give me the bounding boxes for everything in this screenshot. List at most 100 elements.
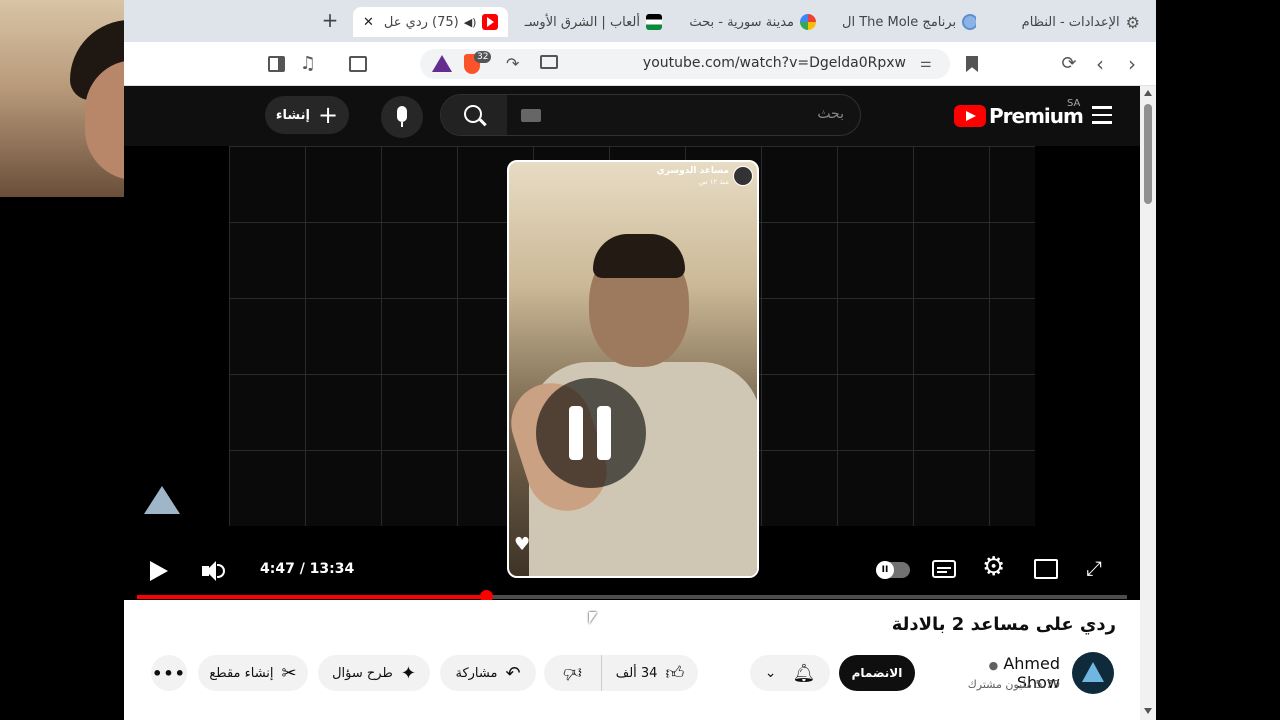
search-input[interactable]: بحث: [817, 106, 844, 122]
scroll-up-icon[interactable]: [1144, 90, 1152, 96]
sparkle-icon: ✦: [400, 662, 416, 684]
more-actions-button[interactable]: •••: [151, 655, 187, 691]
progress-played: [137, 595, 486, 599]
google-icon: [800, 14, 816, 30]
play-button[interactable]: [150, 561, 168, 581]
embedded-story-video: مساعد الدوسري منذ ١٢ س: [507, 160, 759, 578]
subtitles-icon[interactable]: [932, 560, 956, 578]
share-arrow-icon: ↶: [505, 662, 521, 684]
tab-title: الإعدادات - النظام: [1021, 14, 1120, 30]
create-button[interactable]: إنشاء +: [265, 96, 349, 134]
plus-icon: +: [317, 101, 339, 129]
story-avatar: [733, 166, 753, 186]
youtube-logo-icon: [954, 105, 986, 127]
tab-title: (75) ردي عل: [383, 14, 459, 30]
address-bar[interactable]: ⚌ youtube.com/watch?v=Dgelda0Rpxw 32 ↷: [420, 49, 950, 79]
scroll-down-icon[interactable]: [1144, 708, 1152, 714]
audio-playing-icon[interactable]: ◀): [464, 16, 477, 29]
settings-gear-icon[interactable]: ⚙: [982, 554, 1005, 580]
create-clip-button[interactable]: إنشاء مقطع ✂: [198, 655, 308, 691]
region-label: SA: [1067, 98, 1081, 109]
subscribe-notifications-button[interactable]: ⌄ 🔔︎: [750, 655, 830, 691]
like-dislike-group: 👍︎ 34 ألف 👍︎: [544, 655, 698, 691]
more-dots-icon: •••: [152, 663, 186, 683]
url-text[interactable]: youtube.com/watch?v=Dgelda0Rpxw: [643, 55, 906, 71]
speaker-hair: [593, 234, 685, 278]
verified-icon: ●: [988, 659, 999, 672]
like-button[interactable]: 34 ألف 👍︎: [602, 655, 698, 691]
fullscreen-icon[interactable]: ⤢: [1086, 558, 1102, 578]
tab-youtube[interactable]: ✕ (75) ردي عل ◀): [353, 7, 508, 37]
reload-icon[interactable]: ⟳: [1059, 54, 1079, 74]
share-label: مشاركة: [455, 665, 498, 681]
bell-icon: 🔔︎: [792, 662, 816, 684]
menu-icon[interactable]: [1092, 106, 1112, 124]
shields-count-badge: 32: [474, 51, 492, 63]
bookmark-icon[interactable]: [962, 54, 982, 74]
forward-icon[interactable]: ›: [1122, 54, 1142, 74]
flag-icon: [646, 14, 662, 30]
dislike-button[interactable]: 👍︎: [544, 655, 602, 691]
tab-the-mole[interactable]: برنامج The Mole ال: [842, 7, 976, 37]
theater-mode-icon[interactable]: [1034, 559, 1058, 579]
globe-icon: [962, 14, 976, 30]
site-settings-icon[interactable]: ⚌: [920, 56, 936, 72]
heart-icon: ♥: [514, 534, 531, 555]
tab-bar: + ✕ (75) ردي عل ◀) ألعاب | الشرق الأوسـ …: [124, 0, 1156, 42]
pause-overlay-icon[interactable]: [536, 378, 646, 488]
autoplay-pause-icon: II: [876, 561, 894, 579]
youtube-header: إنشاء + بحث Premium SA: [124, 86, 1140, 146]
keyboard-icon[interactable]: [521, 109, 541, 122]
story-time: منذ ١٢ س: [698, 178, 729, 186]
progress-bar[interactable]: [137, 590, 1127, 600]
scroll-thumb[interactable]: [1144, 104, 1152, 204]
video-player[interactable]: مساعد الدوسري منذ ١٢ س ♥ 4:47 / 13:34 II…: [124, 146, 1140, 600]
volume-icon[interactable]: [202, 560, 226, 582]
tab-settings[interactable]: الإعدادات - النظام ⚙: [1000, 7, 1140, 37]
thumbs-down-icon: 👍︎: [563, 662, 582, 683]
tab-syria-search[interactable]: مدينة سورية - بحث: [684, 7, 816, 37]
page-scrollbar[interactable]: [1140, 86, 1156, 720]
new-tab-icon[interactable]: +: [320, 10, 340, 30]
cast-icon[interactable]: [540, 55, 558, 69]
ask-question-button[interactable]: طرح سؤال ✦: [318, 655, 430, 691]
screen: + ✕ (75) ردي عل ◀) ألعاب | الشرق الأوسـ …: [0, 0, 1280, 720]
ask-label: طرح سؤال: [332, 665, 393, 681]
tab-games[interactable]: ألعاب | الشرق الأوسـ: [520, 7, 662, 37]
search-button[interactable]: [441, 95, 507, 135]
address-toolbar: ♫ ⚌ youtube.com/watch?v=Dgelda0Rpxw 32 ↷…: [124, 42, 1156, 86]
back-icon[interactable]: ‹: [1090, 54, 1110, 74]
like-count: 34 ألف: [615, 665, 658, 681]
clip-label: إنشاء مقطع: [209, 665, 274, 681]
story-author-name: مساعد الدوسري: [656, 166, 729, 176]
share-icon[interactable]: ↷: [506, 54, 519, 73]
create-label: إنشاء: [275, 107, 310, 123]
channel-avatar[interactable]: [1072, 652, 1114, 694]
close-tab-icon[interactable]: ✕: [363, 15, 374, 30]
autoplay-toggle[interactable]: II: [876, 561, 910, 579]
youtube-premium-logo[interactable]: Premium: [954, 102, 1084, 130]
time-display: 4:47 / 13:34: [260, 561, 355, 577]
reader-mode-icon[interactable]: [348, 54, 368, 74]
share-button[interactable]: مشاركة ↶: [440, 655, 536, 691]
brave-rewards-icon[interactable]: [432, 55, 452, 72]
progress-scrubber[interactable]: [480, 590, 493, 600]
search-box[interactable]: بحث: [440, 94, 861, 136]
thumbs-up-icon: 👍︎: [665, 663, 685, 684]
join-button[interactable]: الانضمام: [839, 655, 915, 691]
scissors-icon: ✂: [281, 662, 297, 684]
tab-title: مدينة سورية - بحث: [689, 14, 794, 30]
voice-search-button[interactable]: [381, 96, 423, 138]
channel-logo-icon: [1082, 662, 1104, 682]
tab-title: ألعاب | الشرق الأوسـ: [524, 14, 640, 30]
music-note-icon[interactable]: ♫: [298, 54, 318, 74]
mouse-cursor-icon: [589, 612, 597, 624]
channel-watermark-icon[interactable]: [144, 486, 180, 514]
subscriber-count: 5.79 مليون مشترك: [967, 678, 1060, 691]
chevron-down-icon: ⌄: [764, 665, 777, 681]
gear-icon: ⚙: [1125, 12, 1140, 32]
youtube-icon: [482, 14, 499, 30]
sidebar-toggle-icon[interactable]: [266, 54, 286, 74]
browser-window: + ✕ (75) ردي عل ◀) ألعاب | الشرق الأوسـ …: [124, 0, 1156, 720]
tab-title: برنامج The Mole ال: [842, 14, 957, 30]
